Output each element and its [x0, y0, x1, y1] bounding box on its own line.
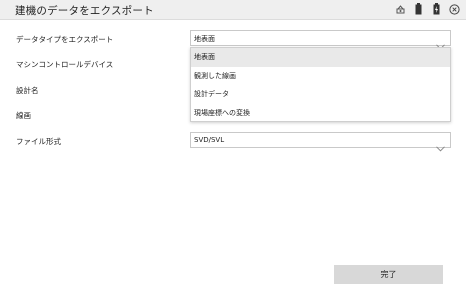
- dropdown-option[interactable]: 設計データ: [191, 85, 450, 104]
- dropdown-option[interactable]: 地表面: [191, 48, 450, 67]
- dropdown-option[interactable]: 観測した線画: [191, 67, 450, 86]
- title-bar: 建機のデータをエクスポート: [0, 0, 466, 20]
- status-icons: [394, 3, 460, 15]
- window-title: 建機のデータをエクスポート: [15, 5, 154, 17]
- file-format-select[interactable]: SVD/SVL: [190, 132, 451, 152]
- file-format-label: ファイル形式: [16, 137, 61, 146]
- machine-control-device-label: マシンコントロールデバイス: [16, 60, 114, 69]
- battery-charging-icon: [430, 3, 442, 15]
- battery-icon: [412, 3, 424, 15]
- file-format-value: SVD/SVL: [194, 136, 225, 144]
- data-type-label: データタイプをエクスポート: [16, 35, 114, 44]
- data-type-select[interactable]: 地表面: [190, 30, 451, 50]
- dropdown-option[interactable]: 現場座標への変換: [191, 104, 450, 123]
- linework-label: 線画: [16, 111, 31, 120]
- done-button[interactable]: 完了: [334, 265, 443, 284]
- chevron-down-icon: [436, 137, 445, 156]
- design-name-label: 設計名: [16, 86, 39, 95]
- network-icon: [394, 3, 406, 15]
- data-type-value: 地表面: [194, 35, 215, 43]
- close-icon[interactable]: [448, 3, 460, 15]
- data-type-dropdown-list: 地表面 観測した線画 設計データ 現場座標への変換: [190, 47, 451, 122]
